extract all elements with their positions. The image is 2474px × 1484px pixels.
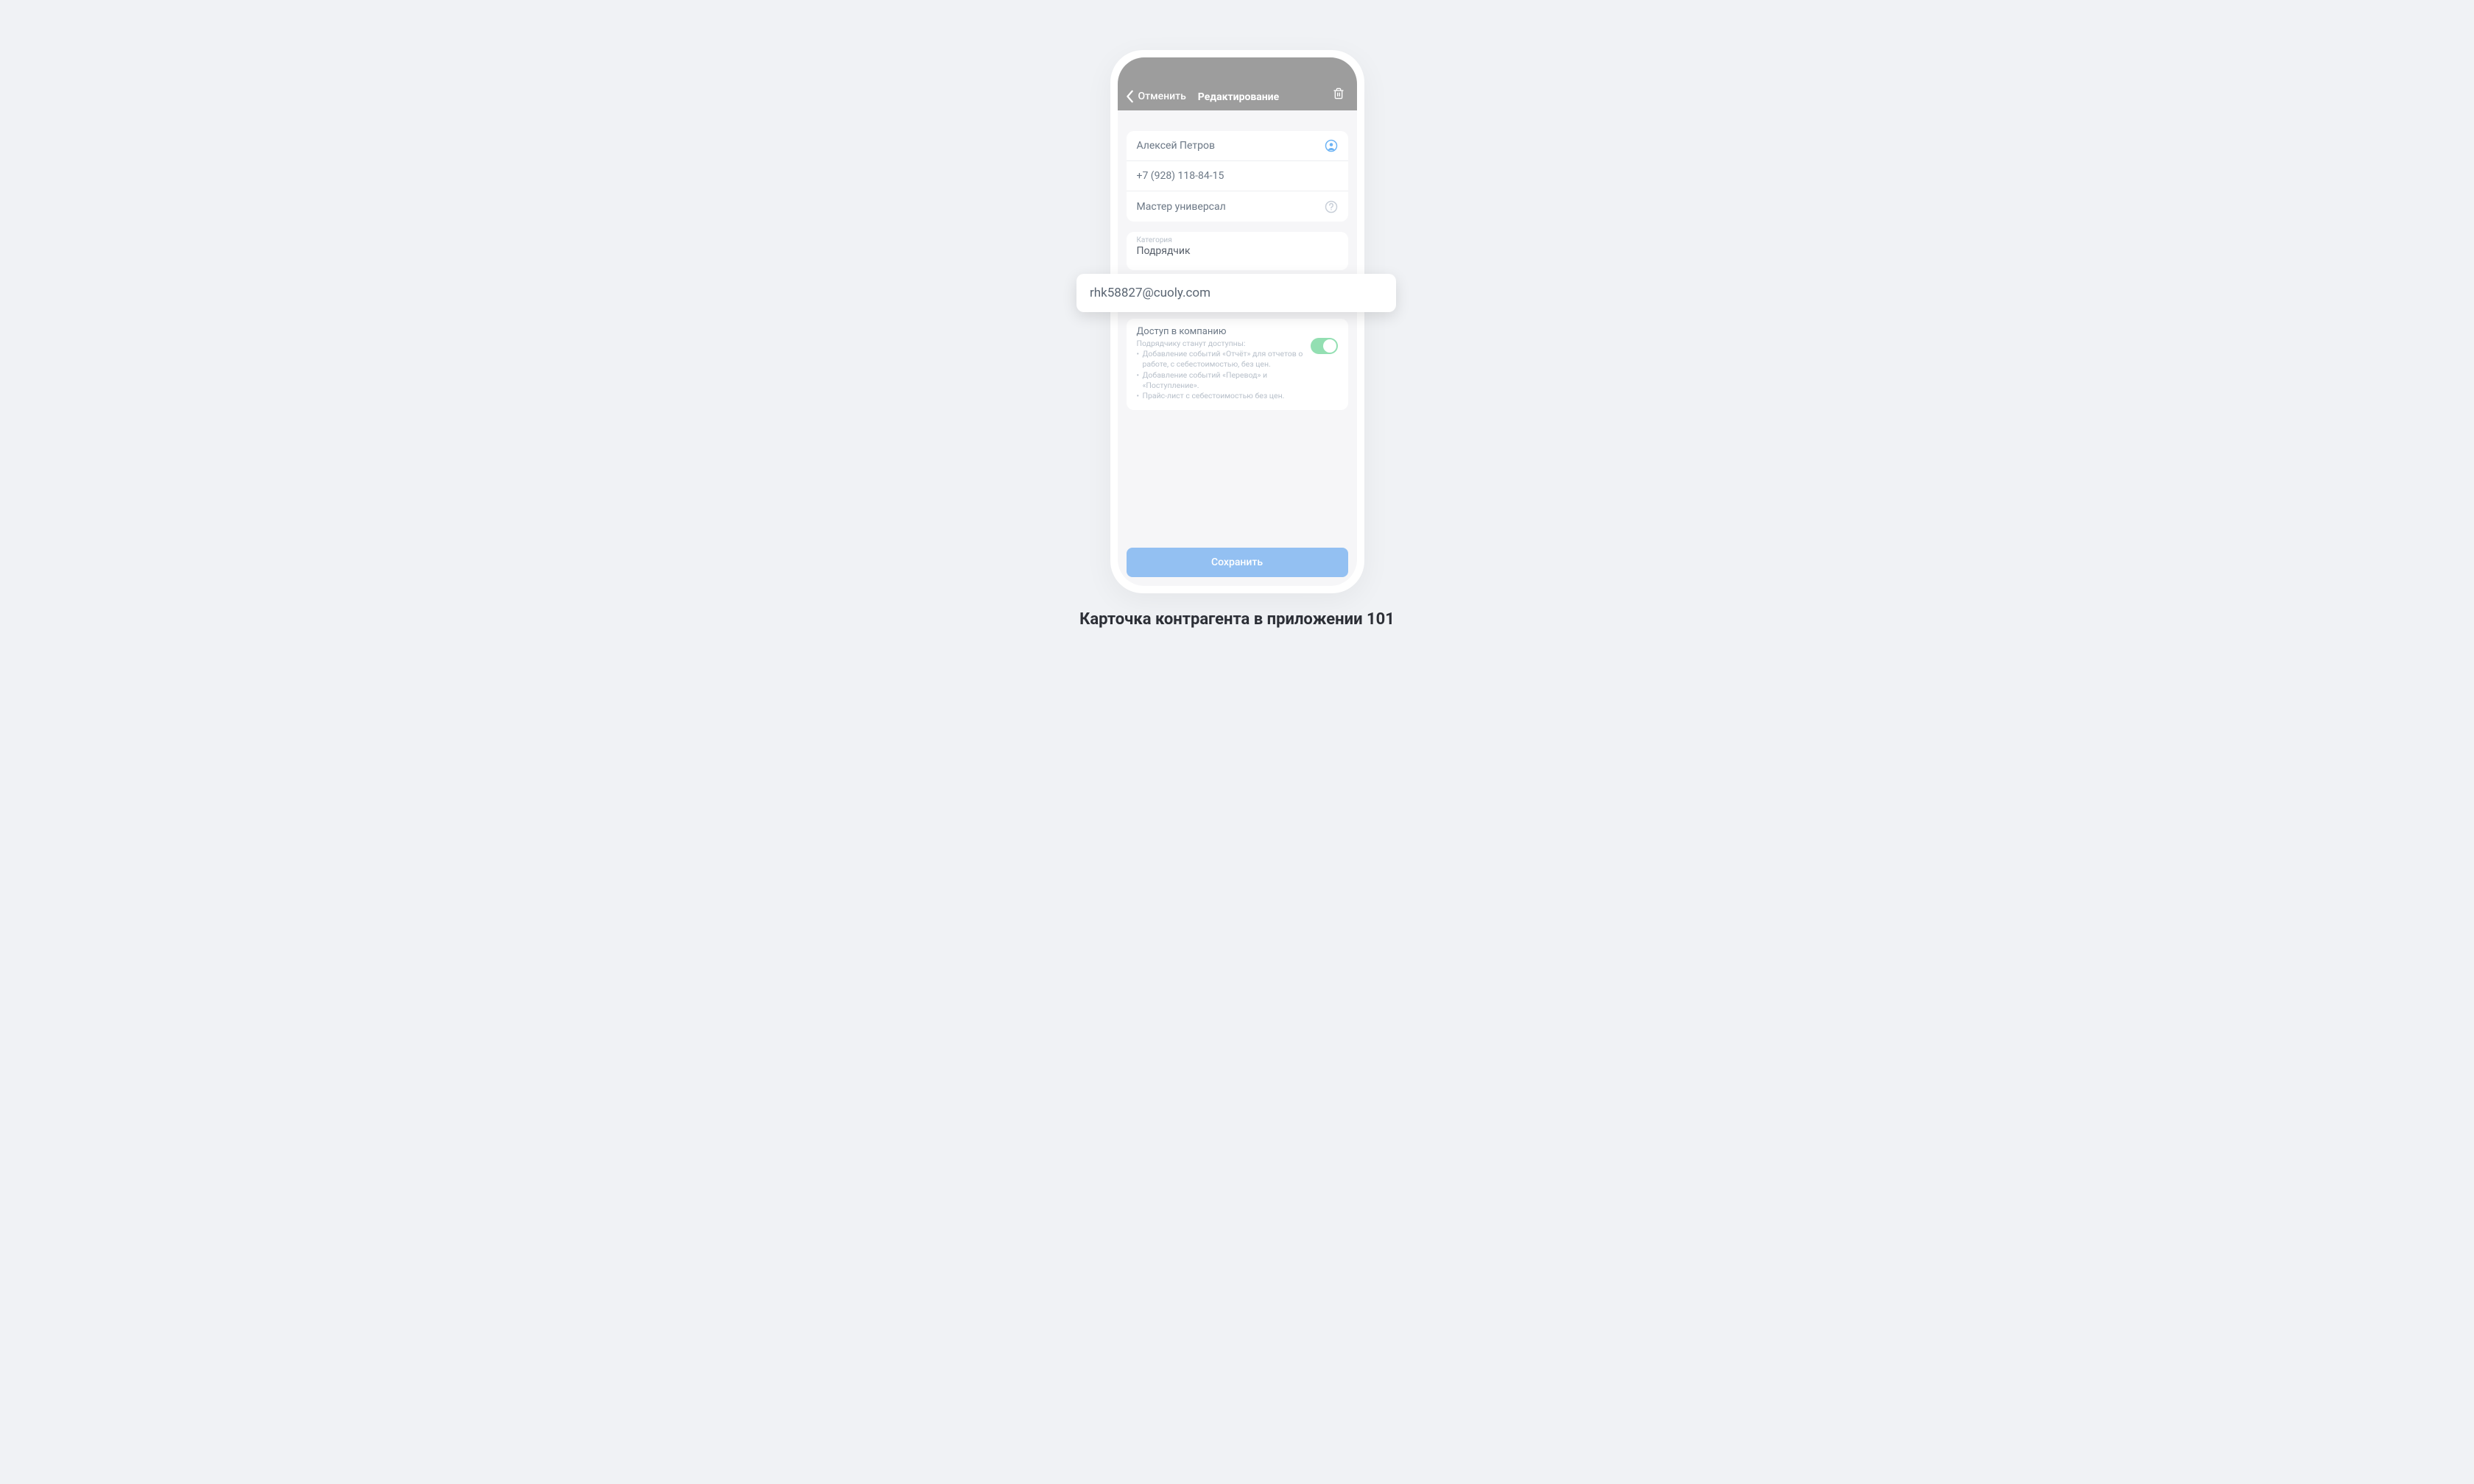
email-popover: rhk58827@cuoly.com [1076, 274, 1396, 312]
footer: Сохранить [1118, 539, 1357, 586]
access-card: Доступ в компанию Подрядчику станут дост… [1127, 319, 1348, 410]
header-bar: Отменить Редактирование [1118, 57, 1357, 110]
name-value: Алексей Петров [1137, 140, 1215, 152]
role-value: Мастер универсал [1137, 201, 1226, 213]
name-field[interactable]: Алексей Петров [1127, 131, 1348, 161]
category-value: Подрядчик [1127, 244, 1348, 264]
access-toggle[interactable] [1311, 338, 1338, 354]
basic-info-card: Алексей Петров +7 (928) 118-84-15 Мастер… [1127, 131, 1348, 222]
cancel-button[interactable]: Отменить [1124, 90, 1186, 103]
chevron-left-icon [1124, 90, 1137, 103]
access-title: Доступ в компанию [1137, 326, 1303, 337]
help-icon[interactable] [1325, 200, 1338, 213]
category-card[interactable]: Категория Подрядчик [1127, 232, 1348, 270]
save-button[interactable]: Сохранить [1127, 548, 1348, 577]
access-subtitle: Подрядчику станут доступны: [1137, 339, 1303, 349]
phone-screen: Отменить Редактирование [1118, 57, 1357, 586]
role-field[interactable]: Мастер универсал [1127, 191, 1348, 222]
access-item: Добавление событий «Перевод» и «Поступле… [1137, 370, 1303, 391]
email-text: rhk58827@cuoly.com [1090, 286, 1210, 300]
save-label: Сохранить [1211, 556, 1263, 568]
phone-value: +7 (928) 118-84-15 [1137, 170, 1224, 182]
content-area: Алексей Петров +7 (928) 118-84-15 Мастер… [1118, 110, 1357, 539]
stage: Отменить Редактирование [722, 29, 1752, 648]
phone-frame: Отменить Редактирование [1110, 50, 1364, 593]
category-label: Категория [1127, 232, 1348, 244]
user-badge-icon [1325, 139, 1338, 152]
access-item: Добавление событий «Отчёт» для отчетов о… [1137, 349, 1303, 370]
access-item: Прайс-лист с себестоимостью без цен. [1137, 391, 1303, 401]
toggle-knob [1323, 339, 1336, 353]
cancel-label: Отменить [1138, 91, 1186, 102]
access-list: Добавление событий «Отчёт» для отчетов о… [1137, 349, 1303, 401]
header-title: Редактирование [1198, 91, 1331, 103]
caption: Карточка контрагента в приложении 101 [722, 610, 1752, 629]
trash-icon [1333, 87, 1345, 103]
delete-button[interactable] [1331, 87, 1347, 103]
phone-field[interactable]: +7 (928) 118-84-15 [1127, 161, 1348, 191]
